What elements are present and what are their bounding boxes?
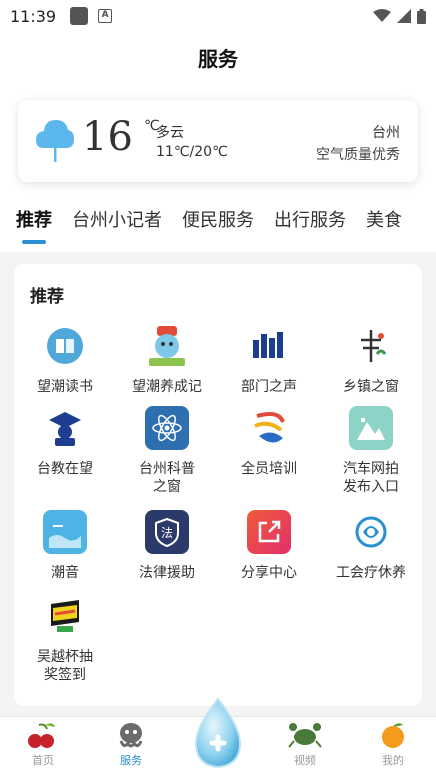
service-label: 潮音 — [51, 565, 79, 581]
page-title: 服务 — [198, 46, 238, 71]
orange-icon — [382, 723, 404, 748]
bottom-nav: 首页 服务 视频 我的 — [0, 697, 436, 776]
battery-icon — [417, 8, 426, 24]
service-mascot[interactable]: 望潮养成记 — [116, 324, 218, 396]
tab-label: 出行服务 — [274, 210, 346, 231]
status-bar: 11:39 A — [0, 0, 436, 32]
book-icon — [43, 324, 87, 368]
octopus-icon — [119, 723, 143, 748]
atom-icon — [145, 406, 189, 450]
nav-label: 服务 — [120, 754, 142, 767]
wifi-icon — [373, 9, 391, 22]
service-label: 汽车网拍 发布入口 — [343, 461, 399, 495]
service-tide-sound[interactable]: 潮音 — [14, 510, 116, 582]
share-icon — [247, 510, 291, 554]
status-right — [373, 8, 426, 24]
tab-label: 台州小记者 — [72, 210, 162, 231]
law-icon: 法 — [145, 510, 189, 554]
nav-profile[interactable]: 我的 — [358, 721, 428, 768]
nav-label: 首页 — [32, 754, 54, 767]
service-label: 分享中心 — [241, 565, 297, 581]
recommend-panel: 推荐 望潮读书 望潮养成记 部门之声 乡镇之窗 台教在望 台州科普 之窗 全员培… — [14, 264, 422, 706]
weather-condition: 多云 — [156, 125, 184, 141]
active-tab-indicator — [22, 240, 46, 244]
service-education[interactable]: 台教在望 — [14, 406, 116, 478]
svg-text:法: 法 — [161, 526, 173, 540]
tab-food[interactable]: 美食 — [366, 208, 402, 244]
tab-reporter[interactable]: 台州小记者 — [72, 208, 162, 244]
cherry-icon — [28, 723, 55, 748]
service-science[interactable]: 台州科普 之窗 — [116, 406, 218, 496]
service-union-rest[interactable]: 工会疗休养 — [320, 510, 422, 582]
wave-icon — [43, 510, 87, 554]
service-car-auction[interactable]: 汽车网拍 发布入口 — [320, 406, 422, 496]
lottery-icon — [43, 594, 87, 638]
service-label: 全员培训 — [241, 461, 297, 477]
air-quality: 空气质量优秀 — [316, 147, 400, 163]
union-icon — [349, 510, 393, 554]
village-icon — [349, 324, 393, 368]
graduate-icon — [43, 406, 87, 450]
service-label: 法律援助 — [139, 565, 195, 581]
service-label: 乡镇之窗 — [343, 379, 399, 395]
service-label: 望潮养成记 — [132, 379, 202, 395]
service-label: 台教在望 — [37, 461, 93, 477]
weather-city: 台州 — [372, 125, 400, 141]
service-training[interactable]: 全员培训 — [218, 406, 320, 478]
top-area: 16 ℃ 多云 11℃/20℃ 台州 空气质量优秀 推荐 台州小记者 便民服务 … — [0, 82, 436, 252]
signal-icon — [397, 9, 411, 23]
service-lottery[interactable]: 吴越杯抽 奖签到 — [14, 594, 116, 684]
weather-range: 11℃/20℃ — [156, 144, 228, 160]
panel-title: 推荐 — [30, 287, 64, 307]
water-drop-plus-icon — [194, 697, 242, 769]
category-tabs: 推荐 台州小记者 便民服务 出行服务 美食 — [0, 208, 436, 252]
weather-card[interactable]: 16 ℃ 多云 11℃/20℃ 台州 空气质量优秀 — [18, 100, 418, 182]
tab-label: 推荐 — [16, 210, 52, 231]
nav-service[interactable]: 服务 — [96, 721, 166, 768]
tab-travel[interactable]: 出行服务 — [274, 208, 346, 244]
cloud-rain-icon — [36, 120, 74, 162]
status-time: 11:39 — [10, 6, 57, 26]
app-notification-icon: A — [98, 9, 113, 23]
service-village[interactable]: 乡镇之窗 — [320, 324, 422, 396]
header: 服务 — [0, 32, 436, 82]
mascot-icon — [145, 324, 189, 368]
tab-convenience[interactable]: 便民服务 — [182, 208, 254, 244]
service-legal-aid[interactable]: 法 法律援助 — [116, 510, 218, 582]
nav-label: 视频 — [294, 754, 316, 767]
service-book[interactable]: 望潮读书 — [14, 324, 116, 396]
car-mountain-icon — [349, 406, 393, 450]
building-icon — [247, 324, 291, 368]
service-label: 台州科普 之窗 — [139, 461, 195, 495]
crab-icon — [288, 723, 322, 748]
nav-home[interactable]: 首页 — [8, 721, 78, 768]
service-label: 吴越杯抽 奖签到 — [37, 649, 93, 683]
tab-recommend[interactable]: 推荐 — [16, 208, 52, 244]
service-label: 望潮读书 — [37, 379, 93, 395]
service-share-center[interactable]: 分享中心 — [218, 510, 320, 582]
tab-label: 便民服务 — [182, 210, 254, 231]
tab-label: 美食 — [366, 210, 402, 231]
nav-center-button[interactable] — [190, 697, 246, 769]
notification-icon — [70, 7, 89, 25]
service-label: 工会疗休养 — [336, 565, 406, 581]
weather-temp: 16 — [82, 114, 133, 160]
nav-label: 我的 — [382, 754, 404, 767]
nav-video[interactable]: 视频 — [270, 721, 340, 768]
service-department[interactable]: 部门之声 — [218, 324, 320, 396]
service-label: 部门之声 — [241, 379, 297, 395]
training-icon — [247, 406, 291, 450]
